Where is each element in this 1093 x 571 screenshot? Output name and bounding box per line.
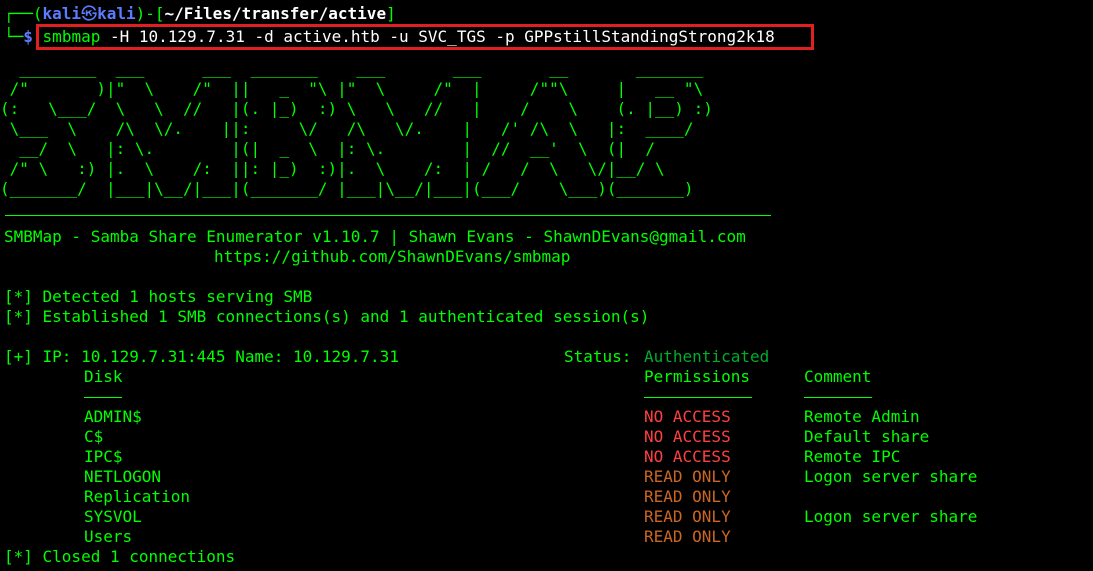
share-row-comment: Logon server share [804, 507, 978, 526]
share-row-permissions: READ ONLY [644, 527, 731, 546]
share-row-comment: Remote IPC [804, 447, 901, 466]
share-row-disk: Replication [84, 487, 190, 506]
share-row-permissions: NO ACCESS [644, 427, 731, 446]
message-established: [*] Established 1 SMB connections(s) and… [4, 307, 650, 326]
prompt-line-top: ┌──(kali㉿kali)-[~/Files/transfer/active] [4, 4, 396, 24]
prompt-host: kali [97, 4, 136, 23]
message-detected: [*] Detected 1 hosts serving SMB [4, 287, 313, 306]
status-label: Status: [564, 347, 632, 366]
header-title: SMBMap - Samba Share Enumerator v1.10.7 … [4, 227, 746, 246]
share-row-disk: SYSVOL [84, 507, 142, 526]
share-row-permissions: NO ACCESS [644, 407, 731, 426]
share-row-disk: ADMIN$ [84, 407, 142, 426]
prompt-path: ~/Files/transfer/active [164, 4, 387, 23]
column-header-comment: Comment [804, 367, 872, 386]
prompt-at-symbol: ㉿ [81, 4, 98, 23]
share-row-disk: IPC$ [84, 447, 123, 466]
prompt-corner-top: ┌──( [4, 4, 43, 23]
share-row-comment: Default share [804, 427, 930, 446]
smbmap-ascii-banner: ________ ___ ___ _______ ___ ___ __ ____… [0, 59, 713, 198]
share-row-disk: NETLOGON [84, 467, 162, 486]
message-closed: [*] Closed 1 connections [4, 547, 236, 566]
host-ip-line: [+] IP: 10.129.7.31:445 Name: 10.129.7.3… [4, 347, 399, 366]
banner-separator [5, 215, 771, 216]
share-row-permissions: NO ACCESS [644, 447, 731, 466]
header-url[interactable]: https://github.com/ShawnDEvans/smbmap [214, 247, 570, 267]
share-row-permissions: READ ONLY [644, 487, 731, 506]
disk-underline [84, 397, 122, 398]
prompt-user: kali [42, 4, 82, 23]
prompt-bracket-open: )-[ [135, 4, 165, 23]
comment-underline [804, 397, 872, 398]
permissions-underline [644, 397, 752, 398]
command-highlight-box [36, 24, 814, 50]
column-header-disk: Disk [84, 367, 123, 386]
prompt-corner-bottom: └─ [4, 27, 24, 46]
share-row-comment: Logon server share [804, 467, 978, 486]
terminal-window[interactable]: ┌──(kali㉿kali)-[~/Files/transfer/active]… [0, 0, 1093, 571]
prompt-dollar: $ [23, 27, 33, 46]
column-header-permissions: Permissions [644, 367, 750, 386]
share-row-permissions: READ ONLY [644, 507, 731, 526]
share-row-comment: Remote Admin [804, 407, 920, 426]
share-row-permissions: READ ONLY [644, 467, 731, 486]
share-row-disk: Users [84, 527, 133, 546]
prompt-bracket-close: ] [386, 4, 396, 23]
status-value: Authenticated [644, 347, 770, 366]
share-row-disk: C$ [84, 427, 104, 446]
